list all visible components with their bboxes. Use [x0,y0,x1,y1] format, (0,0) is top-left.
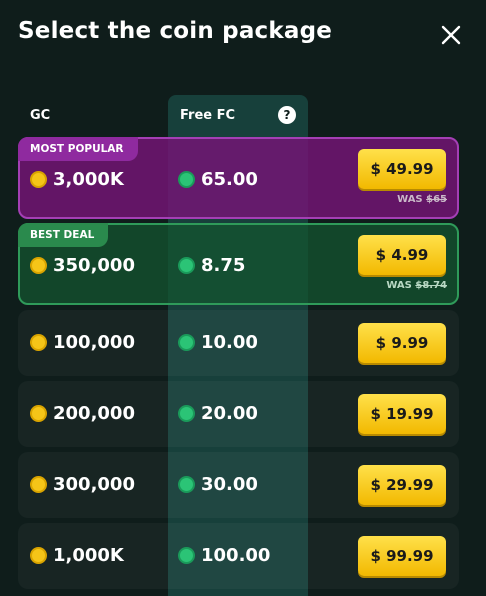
gold-coin-icon [30,547,47,564]
was-label: WAS [386,280,412,291]
fc-amount: 30.00 [178,474,258,495]
fc-value: 10.00 [201,332,258,353]
buy-button-29-99[interactable]: $ 29.99 [358,465,446,505]
gc-amount: 350,000 [30,255,135,276]
gc-value: 100,000 [53,332,135,353]
buy-button-49-99[interactable]: $ 49.99 [358,149,446,189]
was-label: WAS [397,194,423,205]
package-row-best-deal[interactable]: BEST DEAL 350,000 8.75 $ 4.99 WAS $8.74 [18,223,459,305]
old-price: $8.74 [415,280,447,291]
gc-amount: 100,000 [30,332,135,353]
gc-amount: 200,000 [30,403,135,424]
fc-amount: 10.00 [178,332,258,353]
fc-value: 100.00 [201,545,271,566]
package-row-most-popular[interactable]: MOST POPULAR 3,000K 65.00 $ 49.99 WAS $6… [18,137,459,219]
column-header-free-fc: Free FC [180,108,236,123]
green-coin-icon [178,171,195,188]
package-row-100k[interactable]: 100,000 10.00 $ 9.99 [18,310,459,376]
was-price: WAS $8.74 [386,280,447,291]
green-coin-icon [178,334,195,351]
fc-amount: 20.00 [178,403,258,424]
was-price: WAS $65 [397,194,447,205]
gold-coin-icon [30,257,47,274]
gold-coin-icon [30,171,47,188]
green-coin-icon [178,405,195,422]
gc-value: 3,000K [53,169,124,190]
fc-value: 20.00 [201,403,258,424]
close-icon[interactable] [438,22,464,48]
buy-button-9-99[interactable]: $ 9.99 [358,323,446,363]
fc-value: 8.75 [201,255,246,276]
gc-value: 1,000K [53,545,124,566]
gc-amount: 300,000 [30,474,135,495]
green-coin-icon [178,476,195,493]
help-icon[interactable]: ? [278,106,296,124]
package-row-200k[interactable]: 200,000 20.00 $ 19.99 [18,381,459,447]
gold-coin-icon [30,334,47,351]
fc-amount: 100.00 [178,545,270,566]
gc-value: 300,000 [53,474,135,495]
gc-amount: 1,000K [30,545,124,566]
page-title: Select the coin package [18,18,333,44]
most-popular-badge: MOST POPULAR [18,137,138,161]
column-header-gc: GC [30,108,51,123]
gold-coin-icon [30,405,47,422]
best-deal-badge: BEST DEAL [18,223,109,247]
green-coin-icon [178,547,195,564]
package-row-1000k[interactable]: 1,000K 100.00 $ 99.99 [18,523,459,589]
fc-value: 30.00 [201,474,258,495]
gold-coin-icon [30,476,47,493]
package-row-300k[interactable]: 300,000 30.00 $ 29.99 [18,452,459,518]
fc-amount: 65.00 [178,169,258,190]
gc-value: 200,000 [53,403,135,424]
green-coin-icon [178,257,195,274]
gc-value: 350,000 [53,255,135,276]
buy-button-4-99[interactable]: $ 4.99 [358,235,446,275]
fc-value: 65.00 [201,169,258,190]
fc-amount: 8.75 [178,255,245,276]
old-price: $65 [426,194,447,205]
gc-amount: 3,000K [30,169,124,190]
buy-button-19-99[interactable]: $ 19.99 [358,394,446,434]
buy-button-99-99[interactable]: $ 99.99 [358,536,446,576]
